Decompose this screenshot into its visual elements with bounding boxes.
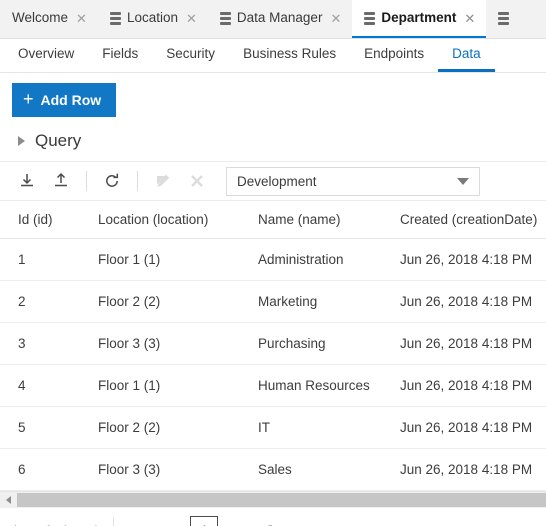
close-icon[interactable]: ✕ [330, 12, 341, 25]
download-icon[interactable] [10, 166, 44, 196]
tab-fields[interactable]: Fields [88, 40, 152, 72]
chevron-down-icon[interactable] [457, 177, 469, 185]
pagination-bar: (1-6 of 6 items) ᴋ ‹ 1 › Ɉ [0, 508, 546, 526]
scroll-left-icon[interactable] [0, 492, 17, 508]
cell-created: Jun 26, 2018 4:18 PM [400, 280, 546, 323]
close-icon[interactable]: ✕ [186, 12, 197, 25]
table-row[interactable]: 3 Floor 3 (3) Purchasing Jun 26, 2018 4:… [0, 322, 546, 365]
database-icon [109, 11, 121, 25]
cell-location: Floor 1 (1) [98, 238, 258, 281]
cell-name: Marketing [258, 280, 400, 323]
pagination-info: (1-6 of 6 items) [12, 523, 113, 526]
close-icon[interactable]: ✕ [76, 12, 87, 25]
document-tab-strip: Welcome ✕ Location ✕ Data Manager ✕ Depa… [0, 0, 546, 39]
doc-tab-overflow[interactable] [486, 0, 521, 38]
grid-toolbar: Development [0, 161, 546, 201]
close-icon[interactable]: ✕ [464, 12, 475, 25]
cell-name: Sales [258, 448, 400, 491]
environment-dropdown-value: Development [237, 173, 317, 189]
previous-page-button[interactable]: ‹ [154, 515, 184, 526]
cell-created: Jun 26, 2018 4:18 PM [400, 364, 546, 407]
cell-name: Human Resources [258, 364, 400, 407]
doc-tab-location[interactable]: Location ✕ [97, 0, 208, 38]
tab-business-rules[interactable]: Business Rules [229, 40, 350, 72]
cell-location: Floor 3 (3) [98, 322, 258, 365]
cell-created: Jun 26, 2018 4:18 PM [400, 406, 546, 449]
chevron-right-icon[interactable] [18, 136, 25, 146]
primary-action-bar: + Add Row [0, 73, 546, 123]
cell-name: Purchasing [258, 322, 400, 365]
delete-icon[interactable] [180, 166, 214, 196]
scrollbar-thumb[interactable] [17, 493, 546, 507]
database-icon [219, 11, 231, 25]
tab-endpoints[interactable]: Endpoints [350, 40, 438, 72]
tab-data[interactable]: Data [438, 40, 495, 72]
table-header-row: Id (id) Location (location) Name (name) … [0, 201, 546, 239]
plus-icon: + [23, 89, 34, 109]
toolbar-separator [137, 171, 138, 191]
doc-tab-label: Location [126, 10, 178, 26]
first-page-button[interactable]: ᴋ [124, 515, 154, 526]
refresh-icon[interactable] [95, 166, 129, 196]
data-grid: Id (id) Location (location) Name (name) … [0, 201, 546, 491]
query-expander[interactable]: Query [0, 123, 546, 161]
add-row-button[interactable]: + Add Row [12, 83, 117, 117]
cell-name: IT [258, 406, 400, 449]
table-row[interactable]: 1 Floor 1 (1) Administration Jun 26, 201… [0, 238, 546, 281]
page-number-1[interactable]: 1 [190, 516, 219, 526]
doc-tab-data-manager[interactable]: Data Manager ✕ [207, 0, 353, 38]
column-header-location[interactable]: Location (location) [98, 201, 258, 239]
table-row[interactable]: 5 Floor 2 (2) IT Jun 26, 2018 4:18 PM [0, 406, 546, 449]
last-page-button[interactable]: Ɉ [254, 515, 284, 526]
edit-icon[interactable] [146, 166, 180, 196]
tab-overview[interactable]: Overview [4, 40, 88, 72]
doc-tab-label: Department [381, 10, 457, 26]
column-header-name[interactable]: Name (name) [258, 201, 400, 239]
next-page-button[interactable]: › [224, 515, 254, 526]
column-header-id[interactable]: Id (id) [0, 201, 98, 239]
environment-dropdown[interactable]: Development [226, 166, 480, 196]
cell-created: Jun 26, 2018 4:18 PM [400, 448, 546, 491]
cell-id: 1 [0, 238, 98, 281]
toolbar-separator [86, 171, 87, 191]
database-icon [364, 11, 376, 25]
cell-id: 4 [0, 364, 98, 407]
doc-tab-label: Data Manager [236, 10, 323, 26]
database-icon [498, 11, 510, 25]
table-row[interactable]: 4 Floor 1 (1) Human Resources Jun 26, 20… [0, 364, 546, 407]
horizontal-scrollbar[interactable] [0, 491, 546, 508]
column-header-created[interactable]: Created (creationDate) [400, 201, 546, 239]
section-tab-bar: Overview Fields Security Business Rules … [0, 39, 546, 73]
cell-id: 6 [0, 448, 98, 491]
upload-icon[interactable] [44, 166, 78, 196]
add-row-label: Add Row [40, 92, 102, 108]
cell-location: Floor 3 (3) [98, 448, 258, 491]
cell-location: Floor 1 (1) [98, 364, 258, 407]
doc-tab-department[interactable]: Department ✕ [352, 0, 487, 38]
pagination-divider [113, 517, 115, 526]
doc-tab-label: Welcome [12, 10, 69, 26]
table-row[interactable]: 2 Floor 2 (2) Marketing Jun 26, 2018 4:1… [0, 280, 546, 323]
cell-location: Floor 2 (2) [98, 280, 258, 323]
cell-id: 3 [0, 322, 98, 365]
tab-security[interactable]: Security [152, 40, 229, 72]
cell-name: Administration [258, 238, 400, 281]
query-label: Query [35, 131, 82, 150]
table-row[interactable]: 6 Floor 3 (3) Sales Jun 26, 2018 4:18 PM [0, 448, 546, 491]
doc-tab-welcome[interactable]: Welcome ✕ [0, 0, 98, 38]
cell-created: Jun 26, 2018 4:18 PM [400, 238, 546, 281]
cell-created: Jun 26, 2018 4:18 PM [400, 322, 546, 365]
cell-location: Floor 2 (2) [98, 406, 258, 449]
cell-id: 5 [0, 406, 98, 449]
cell-id: 2 [0, 280, 98, 323]
